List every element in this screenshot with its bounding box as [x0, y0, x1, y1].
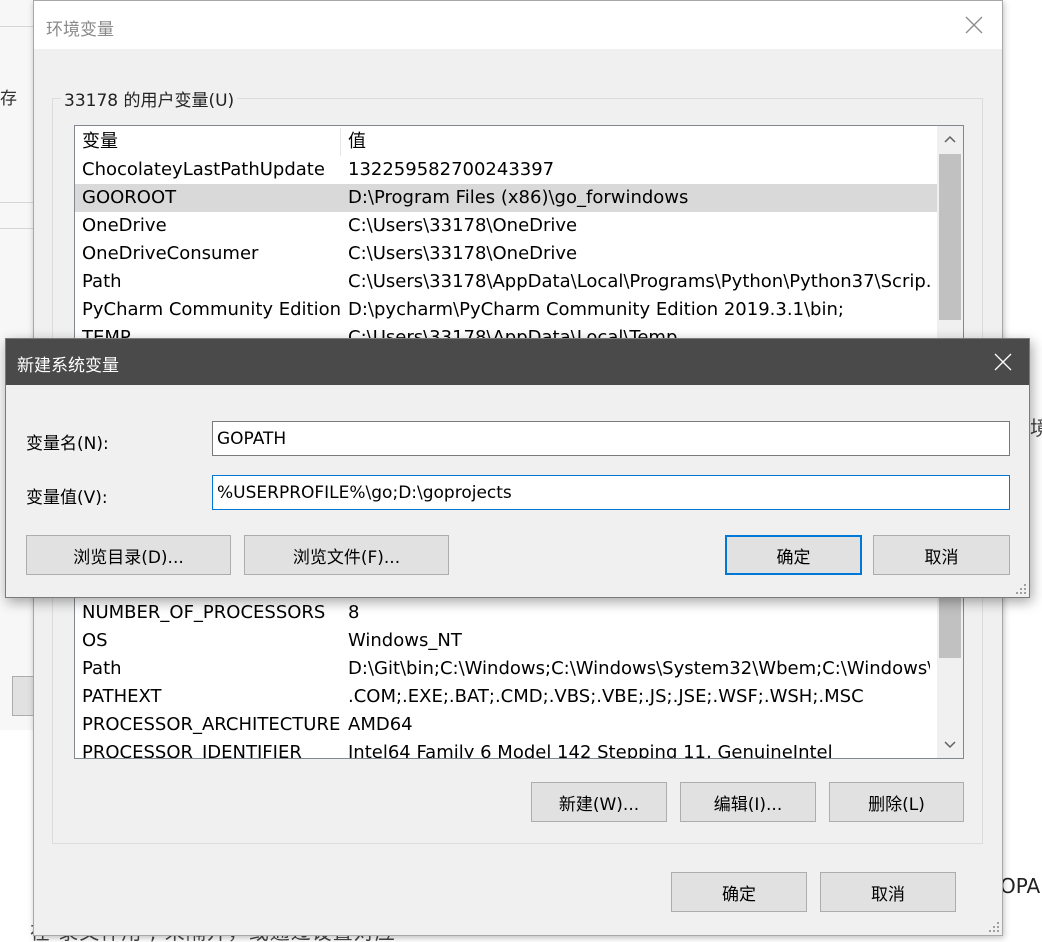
variable-name: Path: [82, 658, 122, 679]
variable-value: Windows_NT: [348, 630, 462, 651]
scroll-thumb[interactable]: [939, 154, 961, 320]
variable-value: AMD64: [348, 714, 413, 735]
chevron-up-icon: [944, 135, 956, 143]
browse-directory-button[interactable]: 浏览目录(D)...: [26, 535, 231, 575]
title-bar: 新建系统变量: [6, 339, 1029, 385]
resize-grip[interactable]: [988, 921, 1000, 933]
variable-name: PyCharm Community Edition: [82, 299, 340, 320]
variable-value: C:\Users\33178\OneDrive: [348, 243, 578, 264]
list-item[interactable]: NUMBER_OF_PROCESSORS 8: [75, 599, 937, 627]
system-variables-list[interactable]: NUMBER_OF_PROCESSORS 8 OS Windows_NT Path D:\…: [74, 581, 964, 759]
background-text: 境: [1030, 416, 1042, 440]
vertical-scrollbar[interactable]: [937, 126, 963, 340]
variable-value: D:\Git\bin;C:\Windows;C:\Windows\System3…: [348, 658, 930, 679]
edit-system-variable-button[interactable]: 编辑(I)...: [680, 782, 816, 822]
list-item[interactable]: Path C:\Users\33178\AppData\Local\Program…: [75, 268, 937, 296]
variable-name-input[interactable]: [212, 421, 1010, 456]
user-variables-list[interactable]: 变量 值 ChocolateyLastPathUpdate 13225958270…: [74, 125, 964, 341]
background-text: OPA: [1000, 874, 1041, 898]
list-item[interactable]: OneDriveConsumer C:\Users\33178\OneDrive: [75, 240, 937, 268]
list-item[interactable]: OneDrive C:\Users\33178\OneDrive: [75, 212, 937, 240]
close-button[interactable]: [983, 343, 1023, 381]
ok-button[interactable]: 确定: [671, 872, 807, 912]
column-header-variable[interactable]: 变量: [82, 128, 340, 156]
title-bar: 环境变量: [34, 1, 1002, 49]
list-item[interactable]: GOOROOT D:\Program Files (x86)\go_forwind…: [75, 184, 937, 212]
column-header-value[interactable]: 值: [348, 128, 930, 156]
delete-system-variable-button[interactable]: 删除(L): [829, 782, 964, 822]
variable-value: Intel64 Family 6 Model 142 Stepping 11, …: [348, 742, 833, 759]
list-item[interactable]: Path D:\Git\bin;C:\Windows;C:\Windows\Sys…: [75, 655, 937, 683]
vertical-scrollbar[interactable]: [937, 582, 963, 758]
divider: [0, 26, 34, 27]
column-divider[interactable]: [340, 128, 341, 156]
close-button[interactable]: [954, 7, 994, 43]
window-title: 环境变量: [46, 20, 114, 40]
ok-button[interactable]: 确定: [725, 535, 862, 575]
variable-name-label: 变量名(N):: [26, 434, 109, 454]
variable-name: Path: [82, 271, 122, 292]
scroll-down-button[interactable]: [937, 732, 963, 758]
list-item[interactable]: PROCESSOR_ARCHITECTURE AMD64: [75, 711, 937, 739]
variable-value: 132259582700243397: [348, 159, 555, 180]
close-icon: [965, 16, 983, 34]
cancel-button[interactable]: 取消: [873, 535, 1010, 575]
variable-value: C:\Users\33178\OneDrive: [348, 215, 578, 236]
new-system-variable-button[interactable]: 新建(W)...: [531, 782, 667, 822]
close-icon: [994, 353, 1012, 371]
chevron-down-icon: [944, 741, 956, 749]
variable-name: GOOROOT: [82, 187, 177, 208]
variable-name: OneDrive: [82, 215, 167, 236]
new-system-variable-dialog: 新建系统变量 变量名(N): 变量值(V): 浏览目录(D)... 浏览文件(F…: [5, 338, 1030, 598]
list-item[interactable]: PyCharm Community Edition D:\pycharm\PyCh…: [75, 296, 937, 324]
dialog-title: 新建系统变量: [17, 356, 119, 376]
list-item[interactable]: PROCESSOR_IDENTIFIER Intel64 Family 6 Mod…: [75, 739, 937, 759]
variable-name: OneDriveConsumer: [82, 243, 259, 264]
variable-value-label: 变量值(V):: [26, 488, 108, 508]
divider: [0, 202, 34, 203]
variable-name: NUMBER_OF_PROCESSORS: [82, 602, 326, 623]
variable-name: PROCESSOR_ARCHITECTURE: [82, 714, 340, 735]
variable-value: 8: [348, 602, 360, 623]
variable-name: ChocolateyLastPathUpdate: [82, 159, 325, 180]
variable-name: PATHEXT: [82, 686, 162, 707]
list-item[interactable]: OS Windows_NT: [75, 627, 937, 655]
resize-grip[interactable]: [1015, 583, 1027, 595]
variable-value: C:\Users\33178\AppData\Local\Programs\Py…: [348, 271, 930, 292]
variable-value-input[interactable]: [212, 475, 1010, 510]
variable-name: OS: [82, 630, 108, 651]
divider: [0, 228, 34, 229]
variable-value: D:\Program Files (x86)\go_forwindows: [348, 187, 689, 208]
user-variables-label: 33178 的用户变量(U): [61, 86, 238, 111]
variable-name: PROCESSOR_IDENTIFIER: [82, 742, 302, 759]
cancel-button[interactable]: 取消: [820, 872, 956, 912]
variable-value: .COM;.EXE;.BAT;.CMD;.VBS;.VBE;.JS;.JSE;.…: [348, 686, 864, 707]
list-item[interactable]: ChocolateyLastPathUpdate 1322595827002433…: [75, 156, 937, 184]
background-text: 存: [0, 89, 17, 109]
scroll-up-button[interactable]: [937, 126, 963, 152]
variable-value: D:\pycharm\PyCharm Community Edition 201…: [348, 299, 844, 320]
browse-file-button[interactable]: 浏览文件(F)...: [244, 535, 449, 575]
background-button: [12, 676, 34, 716]
list-header: 变量 值: [75, 128, 937, 156]
list-item[interactable]: PATHEXT .COM;.EXE;.BAT;.CMD;.VBS;.VBE;.JS…: [75, 683, 937, 711]
